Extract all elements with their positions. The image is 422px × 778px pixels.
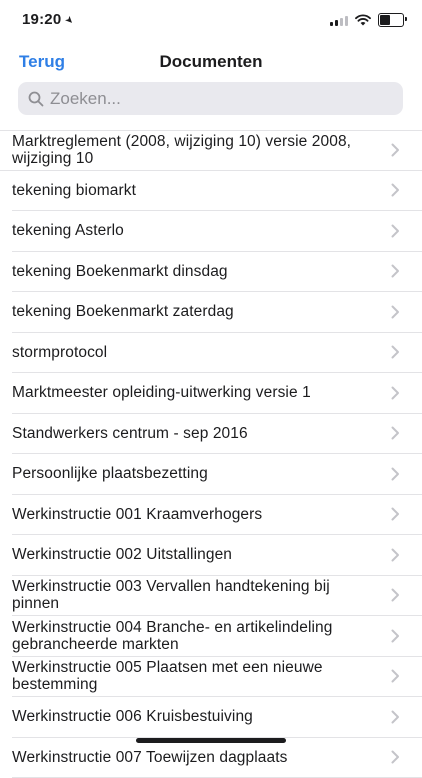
chevron-right-icon bbox=[391, 588, 400, 602]
document-title: Werkinstructie 003 Vervallen handtekenin… bbox=[12, 578, 377, 612]
battery-icon bbox=[378, 13, 404, 27]
search-bar[interactable] bbox=[18, 82, 403, 115]
document-title: tekening Boekenmarkt zaterdag bbox=[12, 303, 377, 320]
page-title: Documenten bbox=[0, 52, 422, 72]
document-row[interactable]: Persoonlijke plaatsbezetting bbox=[12, 454, 422, 495]
document-row[interactable]: Werkinstructie 007 Toewijzen dagplaats bbox=[12, 738, 422, 778]
chevron-right-icon bbox=[391, 548, 400, 562]
search-icon bbox=[28, 91, 44, 107]
document-row[interactable]: Werkinstructie 001 Kraamverhogers bbox=[12, 495, 422, 536]
home-indicator bbox=[136, 738, 286, 743]
navigation-bar: Terug Documenten bbox=[0, 44, 422, 80]
status-time: 19:20➤ bbox=[22, 11, 73, 28]
document-title: Werkinstructie 006 Kruisbestuiving bbox=[12, 708, 377, 725]
document-title: Werkinstructie 005 Plaatsen met een nieu… bbox=[12, 659, 377, 693]
chevron-right-icon bbox=[391, 305, 400, 319]
status-bar: 19:20➤ bbox=[0, 0, 422, 44]
document-title: Standwerkers centrum - sep 2016 bbox=[12, 425, 377, 442]
document-row[interactable]: tekening Asterlo bbox=[12, 211, 422, 252]
document-row[interactable]: tekening Boekenmarkt dinsdag bbox=[12, 252, 422, 293]
document-title: tekening Boekenmarkt dinsdag bbox=[12, 263, 377, 280]
document-title: Werkinstructie 002 Uitstallingen bbox=[12, 546, 377, 563]
document-row[interactable]: Marktreglement (2008, wijziging 10) vers… bbox=[0, 130, 422, 171]
document-title: Persoonlijke plaatsbezetting bbox=[12, 465, 377, 482]
document-title: stormprotocol bbox=[12, 344, 377, 361]
cellular-signal-icon bbox=[330, 15, 348, 26]
chevron-right-icon bbox=[391, 629, 400, 643]
document-row[interactable]: Werkinstructie 005 Plaatsen met een nieu… bbox=[12, 657, 422, 698]
document-row[interactable]: tekening biomarkt bbox=[12, 171, 422, 212]
chevron-right-icon bbox=[391, 345, 400, 359]
document-row[interactable]: Werkinstructie 004 Branche- en artikelin… bbox=[12, 616, 422, 657]
document-title: Werkinstructie 007 Toewijzen dagplaats bbox=[12, 749, 377, 766]
document-row[interactable]: Marktmeester opleiding-uitwerking versie… bbox=[12, 373, 422, 414]
chevron-right-icon bbox=[391, 386, 400, 400]
document-row[interactable]: Standwerkers centrum - sep 2016 bbox=[12, 414, 422, 455]
document-title: tekening Asterlo bbox=[12, 222, 377, 239]
document-row[interactable]: tekening Boekenmarkt zaterdag bbox=[12, 292, 422, 333]
chevron-right-icon bbox=[391, 143, 400, 157]
chevron-right-icon bbox=[391, 426, 400, 440]
chevron-right-icon bbox=[391, 264, 400, 278]
wifi-icon bbox=[355, 14, 371, 26]
time-text: 19:20 bbox=[22, 11, 61, 28]
document-row[interactable]: Werkinstructie 003 Vervallen handtekenin… bbox=[12, 576, 422, 617]
document-title: Werkinstructie 001 Kraamverhogers bbox=[12, 506, 377, 523]
document-title: Marktmeester opleiding-uitwerking versie… bbox=[12, 384, 377, 401]
search-input[interactable] bbox=[50, 89, 380, 109]
chevron-right-icon bbox=[391, 224, 400, 238]
document-row[interactable]: Werkinstructie 006 Kruisbestuiving bbox=[12, 697, 422, 738]
document-row[interactable]: Werkinstructie 002 Uitstallingen bbox=[12, 535, 422, 576]
status-icons bbox=[330, 13, 404, 27]
document-title: Marktreglement (2008, wijziging 10) vers… bbox=[12, 133, 377, 167]
document-row[interactable]: stormprotocol bbox=[12, 333, 422, 374]
document-list: Marktreglement (2008, wijziging 10) vers… bbox=[0, 130, 422, 778]
chevron-right-icon bbox=[391, 467, 400, 481]
chevron-right-icon bbox=[391, 183, 400, 197]
chevron-right-icon bbox=[391, 710, 400, 724]
chevron-right-icon bbox=[391, 507, 400, 521]
chevron-right-icon bbox=[391, 669, 400, 683]
document-title: tekening biomarkt bbox=[12, 182, 377, 199]
chevron-right-icon bbox=[391, 750, 400, 764]
document-title: Werkinstructie 004 Branche- en artikelin… bbox=[12, 619, 377, 653]
location-arrow-icon: ➤ bbox=[62, 14, 76, 28]
